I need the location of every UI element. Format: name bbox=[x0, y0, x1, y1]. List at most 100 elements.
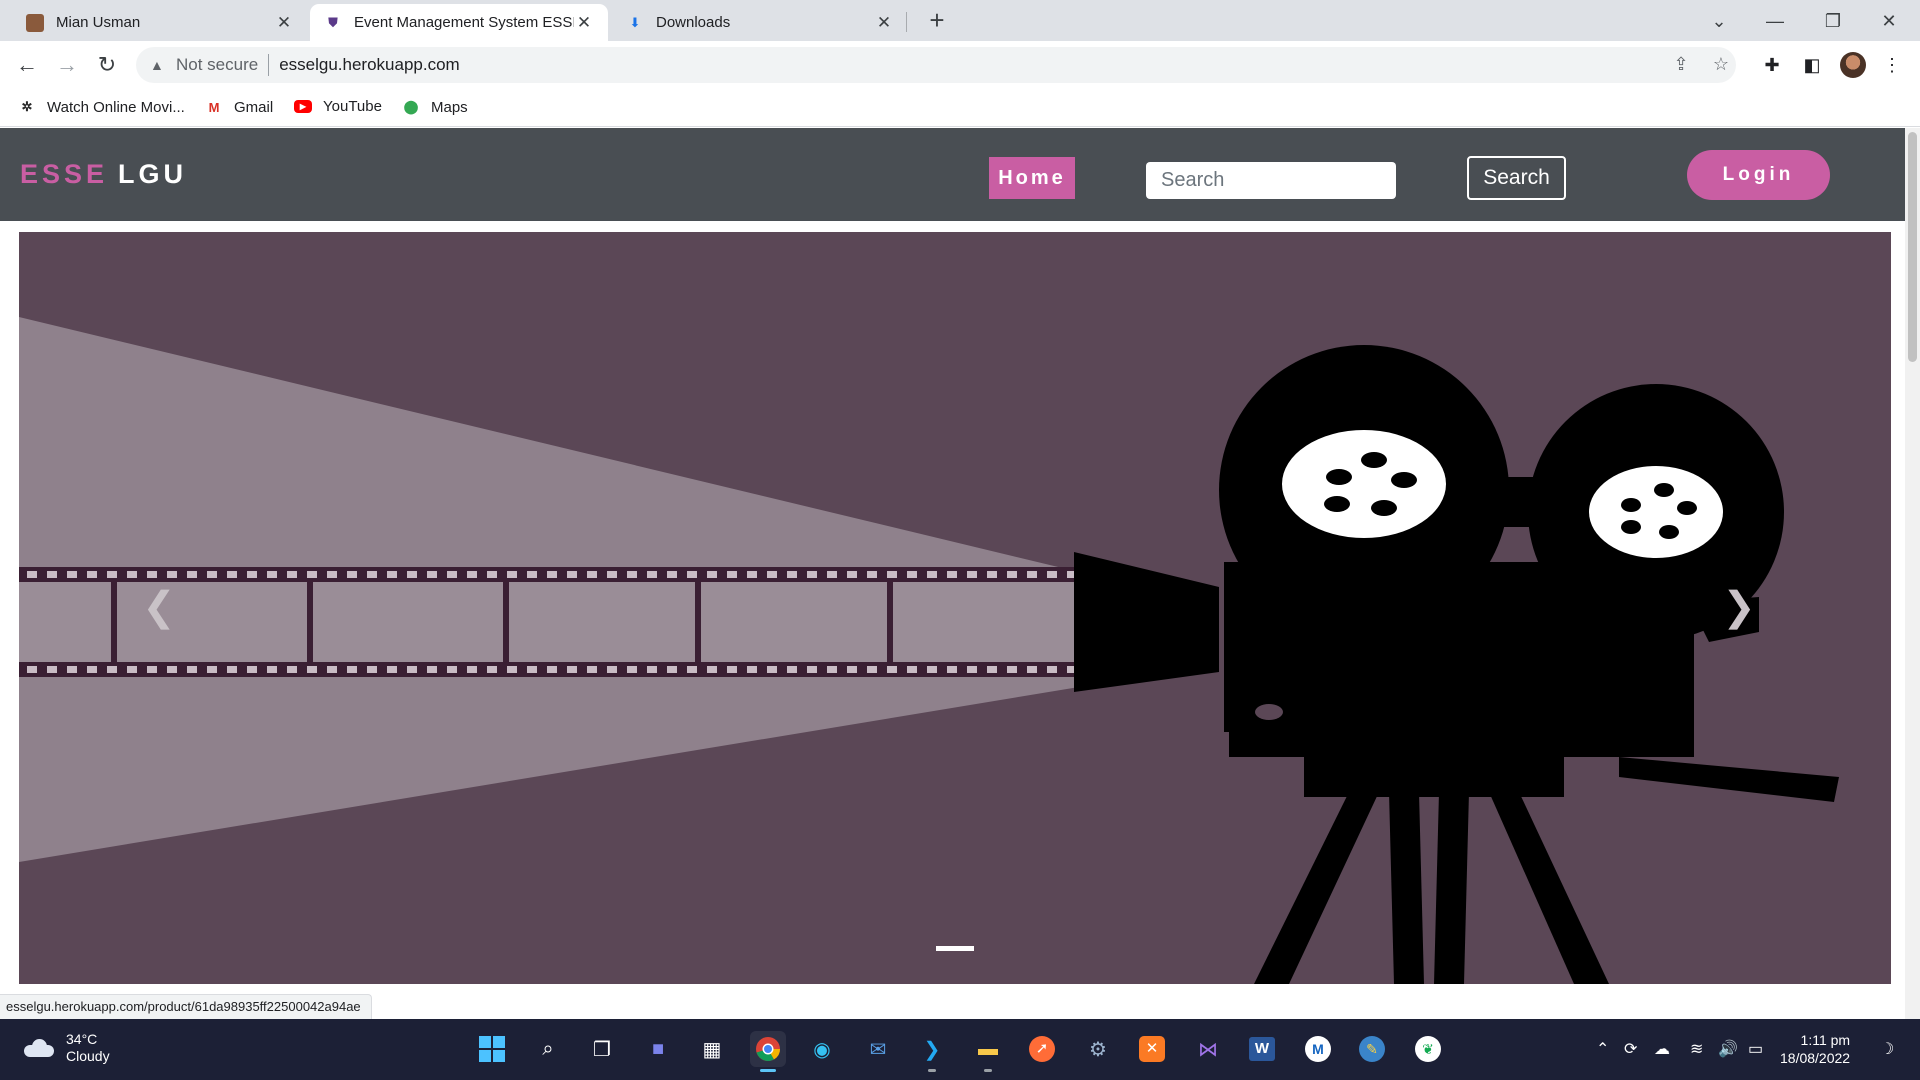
tab-title: Mian Usman bbox=[56, 14, 141, 31]
close-tab-icon[interactable]: ✕ bbox=[274, 13, 294, 33]
close-tab-icon[interactable]: ✕ bbox=[574, 13, 594, 33]
film-perforation bbox=[267, 666, 277, 673]
word-icon[interactable]: W bbox=[1244, 1031, 1280, 1067]
tab-event-management[interactable]: ⛊ Event Management System ESSE ✕ bbox=[310, 4, 608, 41]
brand-part-2: LGU bbox=[118, 159, 188, 189]
maps-pin-icon: ⬤ bbox=[403, 99, 419, 114]
side-panel-icon[interactable]: ◧ bbox=[1798, 51, 1826, 79]
forward-button[interactable]: → bbox=[52, 50, 82, 80]
hero-carousel: ❮ ❯ bbox=[19, 232, 1891, 984]
windows-start-icon[interactable] bbox=[474, 1031, 510, 1067]
site-brand[interactable]: ESSE LGU bbox=[20, 159, 187, 190]
film-perforation bbox=[787, 666, 797, 673]
carousel-indicator[interactable] bbox=[936, 946, 974, 951]
chevron-up-icon[interactable]: ⌃ bbox=[1596, 1039, 1609, 1059]
site-search-input[interactable] bbox=[1146, 162, 1396, 199]
scrollbar-thumb[interactable] bbox=[1908, 132, 1917, 362]
film-perforation bbox=[747, 571, 757, 578]
volume-icon[interactable]: 🔊 bbox=[1718, 1039, 1738, 1059]
task-view-icon[interactable]: ❐ bbox=[584, 1031, 620, 1067]
page-scrollbar[interactable] bbox=[1905, 128, 1920, 1019]
restore-button[interactable]: ❐ bbox=[1810, 6, 1856, 36]
reload-button[interactable]: ↻ bbox=[92, 50, 122, 80]
onedrive-cloud-icon[interactable]: ☁ bbox=[1654, 1039, 1670, 1059]
youtube-icon: ▶ bbox=[294, 100, 312, 113]
film-perforation bbox=[467, 571, 477, 578]
film-perforation bbox=[487, 571, 497, 578]
file-explorer-icon[interactable]: ▬ bbox=[970, 1031, 1006, 1072]
home-link[interactable]: Home bbox=[989, 157, 1075, 199]
profile-avatar[interactable] bbox=[1840, 52, 1866, 78]
film-perforation bbox=[227, 666, 237, 673]
film-perforation bbox=[867, 666, 877, 673]
film-perforation bbox=[427, 666, 437, 673]
notification-moon-icon[interactable]: ☽ bbox=[1880, 1039, 1894, 1059]
postman-icon[interactable]: ➚ bbox=[1024, 1031, 1060, 1067]
chrome-icon[interactable] bbox=[750, 1031, 786, 1072]
system-clock[interactable]: 1:11 pm 18/08/2022 bbox=[1780, 1031, 1850, 1067]
mail-icon[interactable]: ✉ bbox=[860, 1031, 896, 1067]
film-perforation bbox=[807, 666, 817, 673]
film-perforation bbox=[347, 571, 357, 578]
security-label[interactable]: Not secure bbox=[176, 55, 258, 75]
tab-mian-usman[interactable]: Mian Usman ✕ bbox=[12, 4, 308, 41]
tab-downloads[interactable]: ⬇ Downloads ✕ bbox=[612, 4, 908, 41]
film-perforation bbox=[747, 666, 757, 673]
weather-widget[interactable]: 34°C Cloudy bbox=[24, 1031, 110, 1065]
close-window-button[interactable]: ✕ bbox=[1866, 6, 1912, 36]
store-icon[interactable]: ▦ bbox=[694, 1031, 730, 1067]
address-bar[interactable]: ▲ Not secure esselgu.herokuapp.com ⇪ ☆ bbox=[136, 47, 1736, 83]
sync-icon[interactable]: ⟳ bbox=[1624, 1039, 1637, 1059]
tab-search-icon[interactable]: ⌄ bbox=[1696, 6, 1742, 36]
film-perforation bbox=[447, 571, 457, 578]
film-reel-icon: ✲ bbox=[21, 99, 33, 114]
weather-temp: 34°C bbox=[66, 1031, 98, 1047]
chevron-right-icon[interactable]: ❯ bbox=[1709, 572, 1769, 642]
download-icon: ⬇ bbox=[629, 14, 641, 30]
site-search-button[interactable]: Search bbox=[1467, 156, 1566, 200]
search-icon[interactable]: ⌕ bbox=[530, 1031, 566, 1067]
film-perforation bbox=[367, 666, 377, 673]
app-icon[interactable]: M bbox=[1300, 1031, 1336, 1067]
wifi-icon[interactable]: ≋ bbox=[1690, 1039, 1703, 1059]
xampp-icon[interactable]: ✕ bbox=[1134, 1031, 1170, 1067]
film-perforation bbox=[987, 666, 997, 673]
site-navbar: ESSE LGU Home Search Login bbox=[0, 128, 1905, 221]
new-tab-button[interactable]: + bbox=[922, 6, 952, 36]
close-tab-icon[interactable]: ✕ bbox=[874, 13, 894, 33]
menu-icon[interactable]: ⋮ bbox=[1878, 51, 1906, 79]
bookmark-youtube[interactable]: ▶ YouTube bbox=[294, 98, 382, 115]
film-perforation bbox=[1027, 571, 1037, 578]
film-perforation bbox=[307, 571, 317, 578]
warning-icon[interactable]: ▲ bbox=[150, 57, 166, 73]
mongodb-icon[interactable]: ❦ bbox=[1410, 1031, 1446, 1067]
film-perforation bbox=[447, 666, 457, 673]
film-perforation bbox=[847, 571, 857, 578]
python-icon[interactable]: ✎ bbox=[1354, 1031, 1390, 1067]
extensions-icon[interactable]: ✚ bbox=[1758, 51, 1786, 79]
vscode-icon[interactable]: ❯ bbox=[914, 1031, 950, 1072]
film-perforation bbox=[347, 666, 357, 673]
chat-icon[interactable]: ■ bbox=[640, 1031, 676, 1067]
film-perforation bbox=[987, 571, 997, 578]
back-button[interactable]: ← bbox=[12, 50, 42, 80]
film-perforation bbox=[907, 666, 917, 673]
url-text[interactable]: esselgu.herokuapp.com bbox=[279, 55, 460, 75]
minimize-button[interactable]: — bbox=[1752, 6, 1798, 36]
bookmark-star-icon[interactable]: ☆ bbox=[1710, 54, 1732, 76]
battery-icon[interactable]: ▭ bbox=[1748, 1039, 1763, 1059]
edge-icon[interactable]: ◉ bbox=[804, 1031, 840, 1067]
bookmark-maps[interactable]: ⬤ Maps bbox=[402, 98, 468, 116]
film-perforation bbox=[207, 571, 217, 578]
bookmarks-bar: ✲ Watch Online Movi... M Gmail ▶ YouTube… bbox=[0, 89, 1920, 127]
visual-studio-icon[interactable]: ⋈ bbox=[1190, 1031, 1226, 1067]
settings-icon[interactable]: ⚙ bbox=[1080, 1031, 1116, 1067]
login-button[interactable]: Login bbox=[1687, 150, 1830, 200]
shield-favicon-icon: ⛊ bbox=[328, 14, 338, 30]
share-icon[interactable]: ⇪ bbox=[1670, 54, 1692, 76]
bookmark-gmail[interactable]: M Gmail bbox=[205, 98, 274, 116]
bookmark-watch-movies[interactable]: ✲ Watch Online Movi... bbox=[18, 98, 185, 116]
film-perforation bbox=[227, 571, 237, 578]
chevron-left-icon[interactable]: ❮ bbox=[129, 572, 189, 642]
active-indicator bbox=[760, 1069, 776, 1072]
